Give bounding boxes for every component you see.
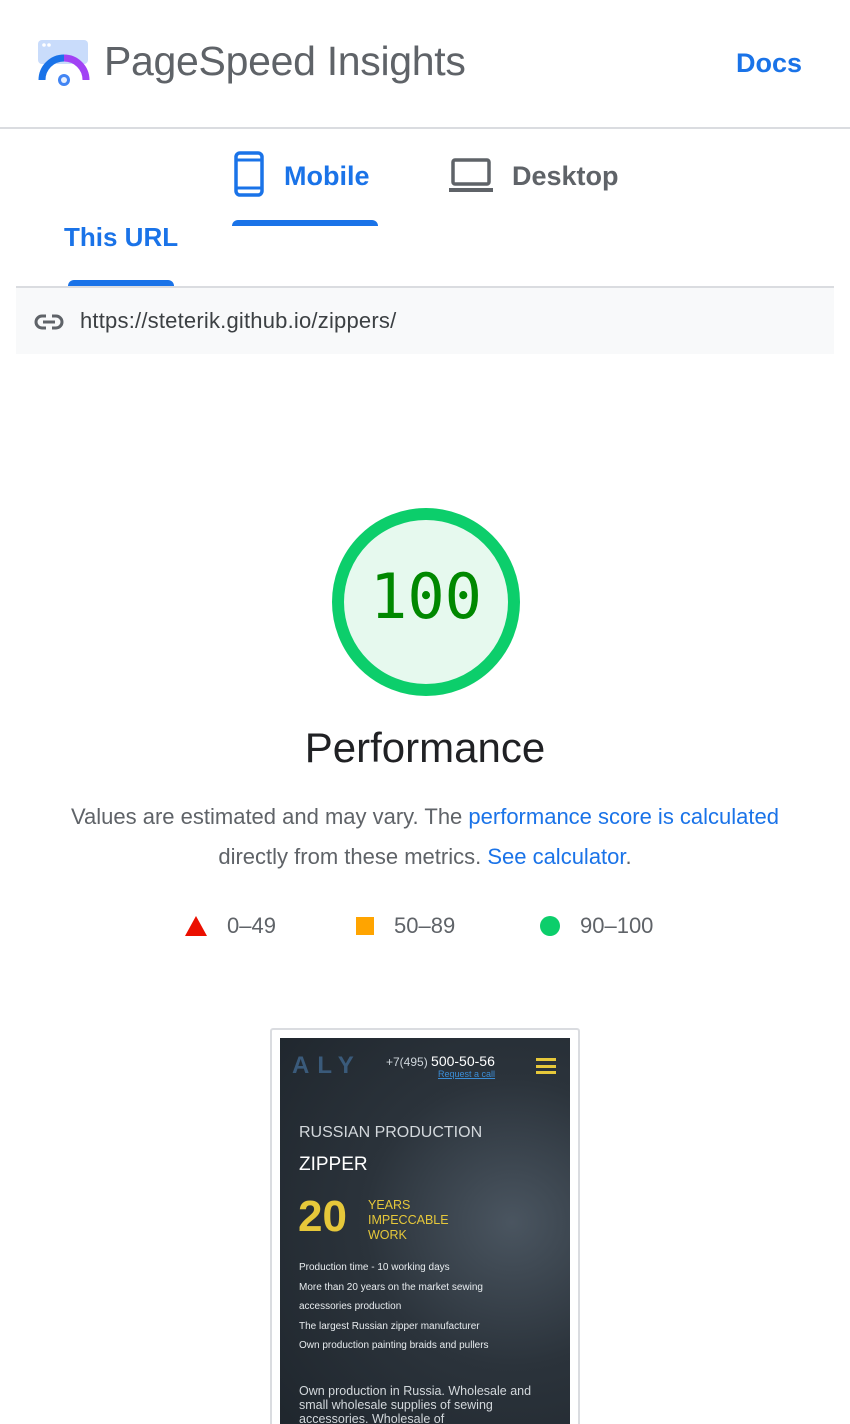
see-calculator-link[interactable]: See calculator bbox=[487, 844, 625, 869]
analyzed-url[interactable]: https://steterik.github.io/zippers/ bbox=[80, 308, 396, 334]
tab-mobile-label: Mobile bbox=[284, 161, 370, 191]
fact-line: Production time - 10 working days bbox=[299, 1262, 450, 1273]
performance-title: Performance bbox=[304, 724, 546, 771]
docs-link[interactable]: Docs bbox=[736, 48, 802, 79]
tab-this-url-label: This URL bbox=[64, 222, 179, 252]
site-kicker: RUSSIAN PRODUCTION bbox=[299, 1124, 483, 1141]
score-calculated-link[interactable]: performance score is calculated bbox=[468, 804, 779, 829]
app-title: PageSpeed Insights bbox=[104, 38, 466, 84]
performance-description: Values are estimated and may vary. The p… bbox=[30, 797, 820, 877]
site-years-text: YEARS IMPECCABLE WORK bbox=[368, 1198, 449, 1243]
square-icon bbox=[356, 917, 374, 935]
phone-icon bbox=[234, 151, 264, 197]
legend-pass: 90–100 bbox=[540, 912, 653, 940]
performance-score: 100 bbox=[370, 560, 482, 633]
fact-line: More than 20 years on the market sewing bbox=[299, 1281, 483, 1293]
app-header: PageSpeed Insights Docs bbox=[0, 0, 850, 129]
tab-desktop[interactable]: Desktop bbox=[448, 150, 638, 226]
site-phone-number: 500-50-56 bbox=[431, 1053, 495, 1069]
triangle-icon bbox=[185, 916, 207, 936]
tab-mobile-indicator bbox=[232, 220, 378, 226]
screenshot-image: ALY +7(495) 500-50-56 Request a call RUS… bbox=[280, 1038, 570, 1424]
legend-pass-label: 90–100 bbox=[580, 913, 654, 938]
pagespeed-logo-icon[interactable] bbox=[38, 40, 90, 88]
site-phone: +7(495) 500-50-56 bbox=[386, 1053, 495, 1069]
legend-average-label: 50–89 bbox=[394, 913, 456, 938]
desc-prefix: Values are estimated and may vary. The bbox=[70, 804, 469, 829]
years-line: YEARS bbox=[368, 1198, 411, 1212]
fact-line: accessories production bbox=[299, 1301, 402, 1312]
tab-this-url[interactable]: This URL bbox=[64, 218, 179, 286]
years-line: WORK bbox=[368, 1228, 407, 1242]
site-request-call: Request a call bbox=[438, 1069, 496, 1079]
site-logo: ALY bbox=[292, 1052, 362, 1079]
legend-fail: 0–49 bbox=[185, 912, 276, 940]
tab-mobile[interactable]: Mobile bbox=[232, 150, 378, 226]
legend-fail-label: 0–49 bbox=[227, 913, 276, 938]
site-own-production: Own production in Russia. Wholesale and … bbox=[299, 1384, 532, 1424]
legend-average: 50–89 bbox=[356, 912, 455, 940]
fact-line: The largest Russian zipper manufacturer bbox=[299, 1320, 480, 1332]
laptop-icon bbox=[449, 158, 493, 192]
desc-suffix: . bbox=[625, 844, 632, 869]
desc-middle: directly from these metrics. bbox=[218, 844, 488, 869]
link-icon bbox=[34, 314, 64, 330]
url-bar: https://steterik.github.io/zippers/ bbox=[16, 286, 834, 354]
tab-desktop-label: Desktop bbox=[512, 161, 619, 191]
circle-icon bbox=[540, 916, 560, 936]
final-screenshot[interactable]: ALY +7(495) 500-50-56 Request a call RUS… bbox=[270, 1028, 580, 1424]
site-headline: ZIPPER bbox=[299, 1154, 368, 1175]
hamburger-icon bbox=[536, 1058, 556, 1074]
fact-line: Own production painting braids and pulle… bbox=[299, 1340, 489, 1351]
site-facts: Production time - 10 working days More t… bbox=[299, 1258, 559, 1356]
site-years-number: 20 bbox=[298, 1192, 347, 1241]
years-line: IMPECCABLE bbox=[368, 1213, 449, 1227]
site-phone-prefix: +7(495) bbox=[386, 1055, 432, 1069]
